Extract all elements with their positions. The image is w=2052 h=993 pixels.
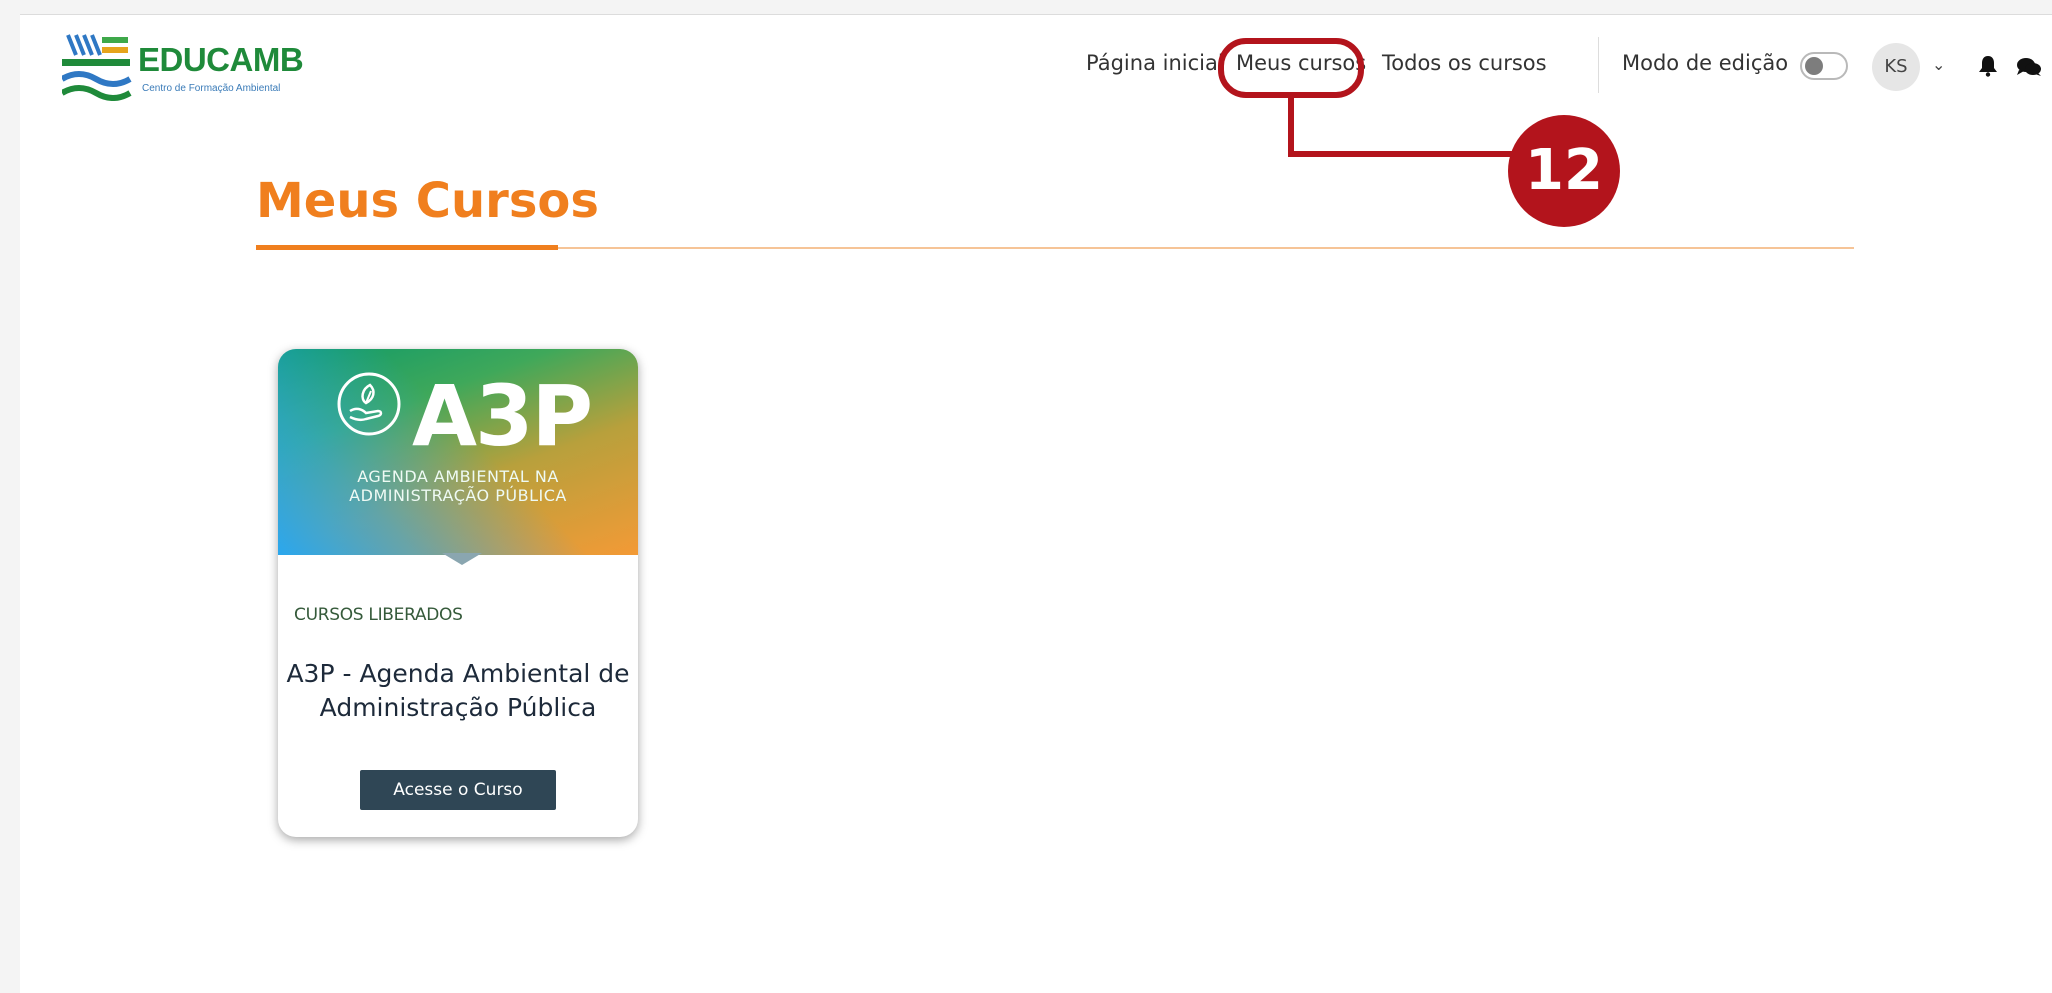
course-category: CURSOS LIBERADOS — [294, 605, 463, 625]
brand-subtitle: Centro de Formação Ambiental — [142, 83, 281, 94]
nav-home[interactable]: Página inicial — [1086, 51, 1224, 75]
edit-mode-label: Modo de edição — [1622, 51, 1789, 75]
logo-mark-icon — [62, 34, 132, 101]
annotation-connector — [1288, 151, 1528, 157]
site-logo[interactable]: EDUCAMB Centro de Formação Ambiental — [62, 33, 322, 103]
annotation-connector — [1288, 95, 1294, 157]
course-title-line: Administração Pública — [319, 693, 597, 722]
nav-divider — [1598, 37, 1599, 93]
chevron-down-icon[interactable]: ⌄ — [1932, 55, 1945, 75]
banner-notch — [442, 553, 482, 565]
course-card[interactable]: A3P AGENDA AMBIENTAL NA ADMINISTRAÇÃO PÚ… — [278, 349, 638, 837]
annotation-badge: 12 — [1508, 115, 1620, 227]
page: EDUCAMB Centro de Formação Ambiental Pág… — [20, 14, 2052, 993]
brand-name: EDUCAMB — [138, 41, 304, 78]
banner-code: A3P — [412, 367, 593, 465]
course-title[interactable]: A3P - Agenda Ambiental de Administração … — [286, 657, 630, 725]
chat-icon[interactable] — [2016, 57, 2042, 77]
page-title: Meus Cursos — [256, 173, 599, 229]
banner-subtitle-line: ADMINISTRAÇÃO PÚBLICA — [349, 486, 567, 505]
course-title-line: A3P - Agenda Ambiental de — [286, 659, 630, 688]
leaf-hand-icon — [337, 372, 401, 436]
title-underline-accent — [256, 245, 558, 250]
banner-subtitle: AGENDA AMBIENTAL NA ADMINISTRAÇÃO PÚBLIC… — [298, 467, 618, 505]
toggle-knob — [1805, 57, 1823, 75]
access-course-button[interactable]: Acesse o Curso — [360, 770, 556, 810]
edit-mode-toggle[interactable] — [1800, 52, 1848, 80]
nav-all-courses[interactable]: Todos os cursos — [1382, 51, 1547, 75]
banner-subtitle-line: AGENDA AMBIENTAL NA — [357, 467, 559, 486]
bell-icon[interactable] — [1978, 55, 1998, 77]
course-banner[interactable]: A3P AGENDA AMBIENTAL NA ADMINISTRAÇÃO PÚ… — [278, 349, 638, 555]
user-avatar[interactable]: KS — [1872, 43, 1920, 91]
nav-my-courses[interactable]: Meus cursos — [1236, 51, 1366, 75]
